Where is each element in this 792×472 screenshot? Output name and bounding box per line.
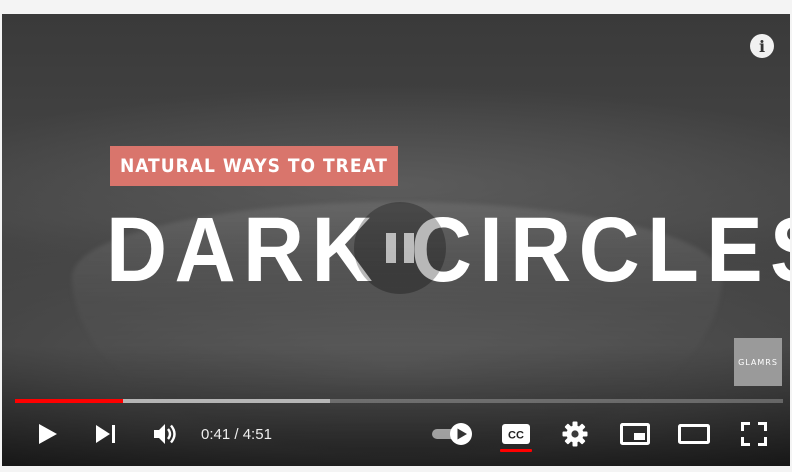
svg-text:CC: CC — [508, 430, 524, 442]
video-player[interactable]: i NATURAL WAYS TO TREAT DARK CIRCLES GLA… — [2, 14, 790, 466]
control-bar: 0:41 / 4:51 CC — [2, 410, 790, 458]
theater-mode-icon — [678, 424, 710, 444]
fullscreen-button[interactable] — [734, 410, 774, 458]
autoplay-toggle-icon — [432, 423, 472, 445]
miniplayer-icon — [620, 423, 650, 445]
time-display: 0:41 / 4:51 — [201, 410, 272, 458]
play-icon — [39, 424, 57, 444]
time-separator: / — [230, 425, 243, 443]
play-button[interactable] — [28, 410, 68, 458]
captions-active-indicator — [500, 449, 532, 452]
next-icon — [96, 425, 115, 443]
progress-played — [15, 399, 123, 403]
info-icon[interactable]: i — [750, 34, 774, 58]
duration: 4:51 — [242, 425, 272, 443]
video-overlay-tag: NATURAL WAYS TO TREAT — [110, 146, 398, 186]
current-time: 0:41 — [201, 425, 231, 443]
settings-button[interactable] — [555, 410, 595, 458]
captions-button[interactable]: CC — [496, 410, 536, 458]
next-button[interactable] — [86, 410, 126, 458]
fullscreen-icon — [741, 422, 767, 446]
autoplay-toggle[interactable] — [426, 410, 478, 458]
captions-icon: CC — [502, 424, 530, 444]
volume-icon — [154, 424, 176, 444]
pause-bar — [404, 233, 414, 263]
brand-logo: GLAMRS — [734, 338, 782, 386]
theater-mode-button[interactable] — [674, 410, 714, 458]
progress-bar[interactable] — [15, 399, 783, 403]
volume-button[interactable] — [146, 410, 186, 458]
pause-bar — [386, 233, 396, 263]
miniplayer-button[interactable] — [615, 410, 655, 458]
gear-icon — [562, 421, 588, 447]
center-pause-indicator — [354, 202, 446, 294]
